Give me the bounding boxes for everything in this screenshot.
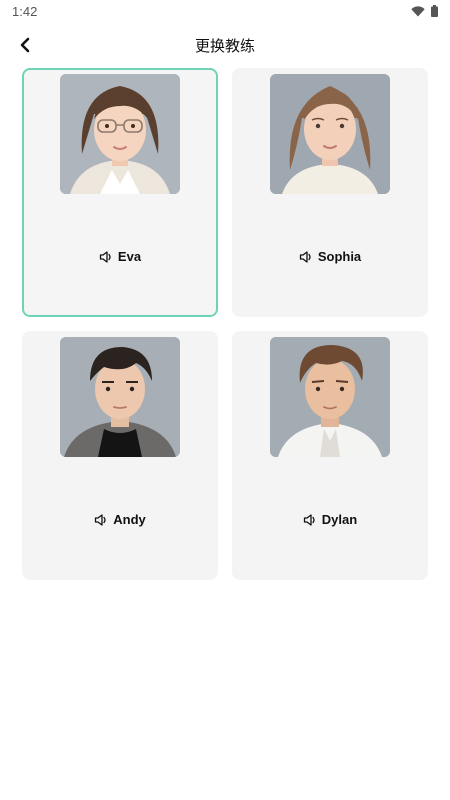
coach-name: Dylan	[321, 512, 358, 527]
coach-label: Sophia	[232, 249, 428, 264]
coach-name: Andy	[113, 512, 146, 527]
coach-grid: Eva Sophia Andy Dylan	[22, 68, 428, 580]
coach-name: Eva	[117, 249, 142, 264]
avatar	[60, 74, 180, 194]
speaker-icon[interactable]	[99, 250, 113, 264]
coach-label: Andy	[22, 512, 218, 527]
coach-label: Eva	[24, 249, 216, 264]
coach-card-dylan[interactable]: Dylan	[232, 331, 428, 580]
status-bar: 1:42	[0, 0, 450, 22]
page-title: 更换教练	[194, 38, 255, 55]
coach-card-sophia[interactable]: Sophia	[232, 68, 428, 317]
status-icons	[411, 4, 438, 22]
wifi-icon	[411, 4, 425, 22]
battery-icon	[431, 4, 438, 22]
coach-name: Sophia	[317, 249, 362, 264]
speaker-icon[interactable]	[299, 250, 313, 264]
speaker-icon[interactable]	[94, 513, 108, 527]
header: 更换教练	[0, 28, 450, 62]
coach-card-eva[interactable]: Eva	[22, 68, 218, 317]
status-time: 1:42	[12, 4, 38, 19]
coach-card-andy[interactable]: Andy	[22, 331, 218, 580]
avatar	[60, 337, 180, 457]
avatar	[270, 337, 390, 457]
speaker-icon[interactable]	[303, 513, 317, 527]
avatar	[270, 74, 390, 194]
coach-label: Dylan	[232, 512, 428, 527]
screen: 1:42 更换教练 Eva Sophia Andy Dylan	[0, 0, 450, 800]
